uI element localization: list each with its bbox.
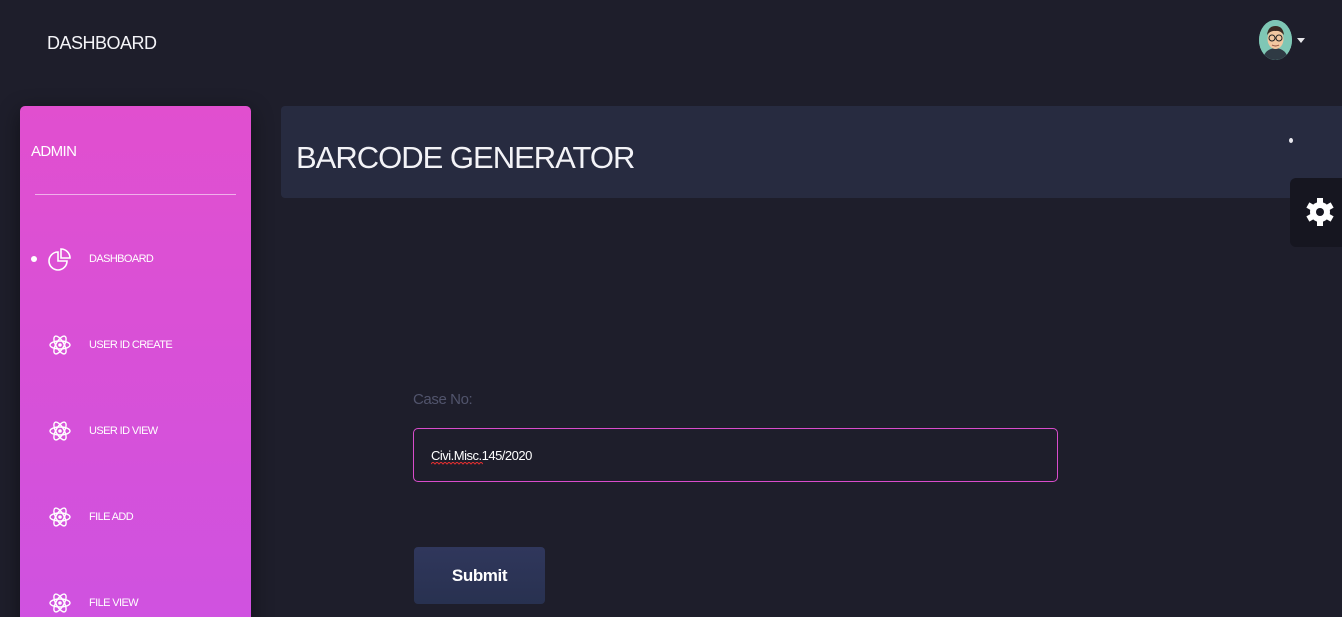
sidebar-divider xyxy=(35,194,236,195)
chevron-down-icon[interactable] xyxy=(1297,37,1305,43)
sidebar-item-user-id-create[interactable]: USER ID CREATE xyxy=(20,325,251,365)
active-indicator xyxy=(31,256,37,262)
page-title: BARCODE GENERATOR xyxy=(296,140,635,175)
pie-chart-icon xyxy=(48,246,72,272)
submit-button[interactable]: Submit xyxy=(414,547,545,604)
brand-title[interactable]: DASHBOARD xyxy=(47,33,157,54)
case-no-label: Case No: xyxy=(413,391,473,408)
sidebar-item-label: FILE VIEW xyxy=(89,597,139,609)
settings-toggle[interactable] xyxy=(1290,178,1342,247)
sidebar-item-user-id-view[interactable]: USER ID VIEW xyxy=(20,411,251,451)
spellcheck-underline xyxy=(431,462,483,465)
atom-icon xyxy=(48,332,72,358)
gear-icon xyxy=(1306,198,1334,226)
header-dot xyxy=(1289,138,1293,143)
sidebar-title: ADMIN xyxy=(31,143,77,160)
atom-icon xyxy=(48,418,72,444)
sidebar-item-file-view[interactable]: FILE VIEW xyxy=(20,583,251,617)
atom-icon xyxy=(48,504,72,530)
user-menu[interactable] xyxy=(1259,20,1305,60)
atom-icon xyxy=(48,590,72,616)
sidebar-item-label: DASHBOARD xyxy=(89,253,154,265)
sidebar-item-label: USER ID VIEW xyxy=(89,425,158,437)
avatar[interactable] xyxy=(1259,20,1292,60)
sidebar-item-file-add[interactable]: FILE ADD xyxy=(20,497,251,537)
sidebar-item-dashboard[interactable]: DASHBOARD xyxy=(20,239,251,279)
case-no-input[interactable] xyxy=(413,428,1058,482)
sidebar-item-label: USER ID CREATE xyxy=(89,339,173,351)
top-navbar: DASHBOARD xyxy=(0,0,1342,88)
page-header: BARCODE GENERATOR xyxy=(281,106,1342,198)
sidebar: ADMIN DASHBOARD USER ID CREATE USER ID V… xyxy=(20,106,251,617)
sidebar-item-label: FILE ADD xyxy=(89,511,134,523)
